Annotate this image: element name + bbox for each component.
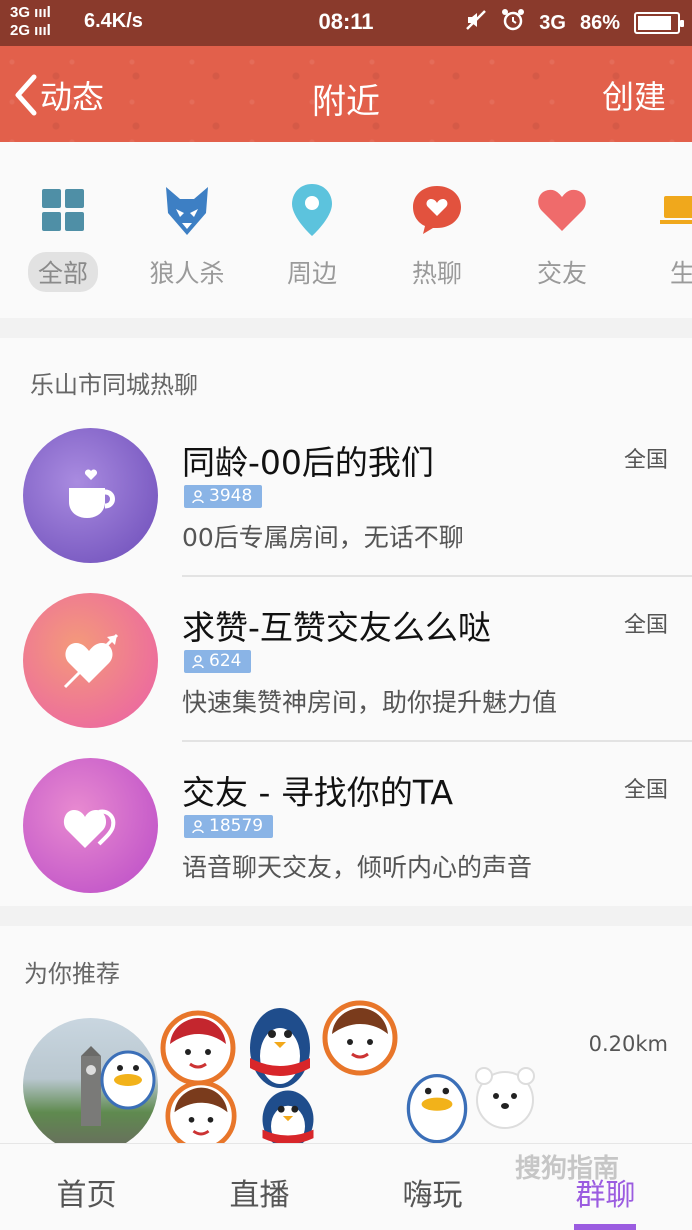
- status-bar: 3G ıııl 2G ıııl 6.4K/s 08:11 3G 86%: [0, 0, 692, 46]
- character-face-sticker: [160, 1010, 236, 1090]
- chat-room-row[interactable]: 同龄-00后的我们 3948 00后专属房间，无话不聊 全国: [0, 412, 692, 577]
- room-avatar: [23, 593, 158, 728]
- room-avatar: [23, 428, 158, 563]
- nav-home[interactable]: 首页: [0, 1170, 173, 1214]
- section-title: 为你推荐: [24, 960, 120, 988]
- category-label: 全部: [27, 252, 98, 292]
- location-pin-icon: [257, 182, 367, 238]
- room-name: 同龄-00后的我们: [182, 443, 434, 482]
- active-tab-indicator: [574, 1224, 636, 1230]
- category-bar: 全部 狼人杀 周边 热聊 交友 生活: [0, 142, 692, 318]
- polar-bear-sticker: [470, 1066, 540, 1134]
- page-title: 附近: [312, 82, 380, 122]
- room-scope: 全国: [623, 613, 668, 638]
- category-dating[interactable]: 交友: [507, 182, 617, 292]
- category-label: 周边: [286, 259, 337, 288]
- alarm-icon: [501, 8, 525, 38]
- distance-label: 0.20km: [588, 1032, 668, 1056]
- nav-play[interactable]: 嗨玩: [346, 1170, 519, 1214]
- room-description: 00后专属房间，无话不聊: [182, 523, 464, 552]
- category-nearby[interactable]: 周边: [257, 182, 367, 292]
- room-name: 交友 - 寻找你的TA: [182, 773, 454, 812]
- coffee-cup-icon: [68, 468, 115, 518]
- room-name: 求赞-互赞交友么么哒: [182, 608, 491, 647]
- life-icon: [632, 182, 692, 238]
- heart-icon: [507, 182, 617, 238]
- battery-icon: [634, 12, 684, 34]
- person-icon: [192, 489, 204, 503]
- duck-sticker: [404, 1060, 470, 1148]
- character-face-sticker: [322, 1000, 398, 1080]
- category-all[interactable]: 全部: [8, 182, 118, 292]
- network-3g-indicator: 3G: [539, 11, 566, 34]
- category-life[interactable]: 生活: [632, 182, 692, 292]
- grid-icon: [8, 182, 118, 238]
- hot-chat-section: 乐山市同城热聊 同龄-00后的我们 3948 00后专属房间，无话不聊 全国 求…: [0, 338, 692, 906]
- category-label: 热聊: [411, 259, 462, 288]
- room-avatar: [23, 758, 158, 893]
- category-label: 生活: [669, 259, 692, 288]
- heart-arrow-icon: [63, 633, 118, 688]
- category-label: 狼人杀: [149, 259, 225, 288]
- category-hot-chat[interactable]: 热聊: [382, 182, 492, 292]
- member-count-badge: 3948: [184, 485, 263, 508]
- room-scope: 全国: [623, 448, 668, 473]
- category-werewolf[interactable]: 狼人杀: [132, 182, 242, 292]
- chat-room-row[interactable]: 求赞-互赞交友么么哒 624 快速集赞神房间，助你提升魅力值 全国: [0, 577, 692, 742]
- mute-icon: [465, 9, 487, 37]
- room-description: 快速集赞神房间，助你提升魅力值: [182, 688, 558, 717]
- watermark: 搜狗指南: [515, 1154, 620, 1184]
- member-count-badge: 18579: [184, 815, 274, 838]
- category-label: 交友: [536, 259, 587, 288]
- room-scope: 全国: [623, 778, 668, 803]
- wolf-icon: [132, 182, 242, 238]
- battery-percent: 86%: [579, 11, 620, 34]
- person-icon: [192, 819, 204, 833]
- section-title: 乐山市同城热聊: [30, 371, 198, 399]
- chat-room-row[interactable]: 交友 - 寻找你的TA 18579 语音聊天交友，倾听内心的声音 全国: [0, 742, 692, 907]
- duck-sticker: [98, 1040, 158, 1114]
- chat-heart-icon: [382, 182, 492, 238]
- person-icon: [192, 654, 204, 668]
- room-description: 语音聊天交友，倾听内心的声音: [182, 853, 533, 882]
- nav-live[interactable]: 直播: [173, 1170, 346, 1214]
- member-count-badge: 624: [184, 650, 252, 673]
- create-button[interactable]: 创建: [602, 72, 666, 118]
- header-bar: 动态 附近 创建: [0, 46, 692, 142]
- double-heart-icon: [63, 809, 115, 848]
